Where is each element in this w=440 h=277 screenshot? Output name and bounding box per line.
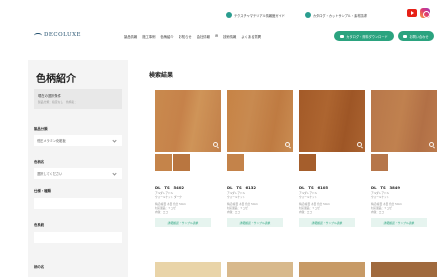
nav-item-products[interactable]: 製品情報 [124, 34, 137, 39]
filter-sidebar: 色柄紹介 現在の選択条件 製品分類：指定なし 色柄名： 製品分類 低圧メラミン化… [28, 60, 128, 277]
filter-label-name: 色柄名 [34, 160, 45, 164]
youtube-icon[interactable] [407, 9, 417, 17]
nav-item-company[interactable]: 会社情報 [197, 34, 210, 39]
nav-item-faq[interactable]: よくある質問 [241, 34, 261, 39]
logo-text: DECOLUXE [44, 32, 82, 38]
filter-label-pattern: 柄の名 [34, 265, 45, 269]
filter-options-color[interactable] [34, 232, 122, 243]
catalog-download-label: カタログ・資料ダウンロード [346, 34, 388, 39]
product-meta: 内容：エコ [155, 211, 168, 214]
utility-label: カタログ・カットサンプル・素材請求 [312, 13, 367, 18]
filter-label-color: 色系統 [34, 223, 45, 227]
product-swatch-image[interactable] [155, 262, 221, 277]
results-title: 検索結果 [149, 72, 174, 79]
site-header: DECOLUXE 製品情報 施工事例 色柄紹介 お知らせ 会社情報 IR 技術情… [0, 22, 440, 52]
nav-item-ir[interactable]: IR [215, 34, 218, 39]
product-meta: ウォールナット [299, 196, 318, 199]
product-swatch-image[interactable] [227, 90, 293, 152]
product-meta: ウォールナット ダーク [155, 196, 182, 199]
swatch-thumbnails [226, 153, 245, 172]
product-swatch-image[interactable] [371, 90, 437, 152]
product-meta: 内容：エコ [227, 211, 240, 214]
filter-select-name[interactable]: 選択してください [34, 168, 122, 179]
catalog-icon [304, 12, 311, 18]
utility-link-guide[interactable]: テクスチャマテリアル情報館ガイド [226, 12, 285, 18]
nav-item-colors[interactable]: 色柄紹介 [160, 34, 173, 39]
sidebar-title: 色柄紹介 [36, 74, 76, 85]
detail-sample-button[interactable]: 詳細確認・サンプル請求 [227, 218, 283, 227]
utility-bar: テクスチャマテリアル情報館ガイド カタログ・カットサンプル・素材請求 [226, 10, 367, 20]
zoom-icon[interactable] [285, 142, 290, 147]
catalog-download-button[interactable]: カタログ・資料ダウンロード [334, 31, 394, 41]
nav-item-cases[interactable]: 施工事例 [142, 34, 155, 39]
swatch-thumbnails [370, 153, 389, 172]
nav-item-tech[interactable]: 技術情報 [223, 34, 236, 39]
swatch-thumbnail[interactable] [298, 153, 317, 172]
product-swatch-image[interactable] [227, 262, 293, 277]
product-meta: ウォールナット [227, 196, 246, 199]
product-swatch-image[interactable] [299, 90, 365, 152]
filter-options-spec[interactable] [34, 198, 122, 209]
swatch-thumbnail[interactable] [173, 154, 190, 171]
mail-icon [403, 34, 408, 38]
product-meta: 内容：エコ [299, 211, 312, 214]
zoom-icon[interactable] [213, 142, 218, 147]
logo-mark-icon [34, 32, 42, 38]
product-meta: 内容：エコ [371, 211, 384, 214]
contact-button[interactable]: お問い合わせ [398, 31, 434, 41]
detail-sample-button[interactable]: 詳細確認・サンプル請求 [299, 218, 355, 227]
zoom-icon[interactable] [357, 142, 362, 147]
zoom-icon[interactable] [429, 142, 434, 147]
filter-select-category[interactable]: 低圧メラミン化粧板 [34, 135, 122, 146]
product-swatch-image[interactable] [371, 262, 437, 277]
utility-link-catalog[interactable]: カタログ・カットサンプル・素材請求 [304, 12, 367, 18]
swatch-thumbnails [298, 153, 317, 172]
guide-icon [226, 12, 232, 18]
filter-label-spec: 仕様・種類 [34, 189, 51, 193]
instagram-icon[interactable] [420, 8, 430, 18]
swatch-thumbnails [154, 153, 190, 172]
swatch-thumbnail[interactable] [154, 153, 173, 172]
product-meta: ウォールナット [371, 196, 390, 199]
filter-label-category: 製品分類 [34, 127, 48, 131]
utility-label: テクスチャマテリアル情報館ガイド [234, 13, 285, 18]
download-icon [340, 34, 345, 38]
nav-item-news[interactable]: お知らせ [179, 34, 192, 39]
filter-select-value: 低圧メラミン化粧板 [37, 139, 66, 143]
global-nav: 製品情報 施工事例 色柄紹介 お知らせ 会社情報 IR 技術情報 よくある質問 [124, 34, 261, 39]
chevron-down-icon [112, 138, 117, 143]
current-conditions-box: 現在の選択条件 製品分類：指定なし 色柄名： [34, 89, 122, 109]
contact-label: お問い合わせ [409, 34, 429, 39]
filter-select-value: 選択してください [37, 172, 63, 176]
detail-sample-button[interactable]: 詳細確認・サンプル請求 [371, 218, 427, 227]
product-swatch-image[interactable] [155, 90, 221, 152]
current-conditions-text: 製品分類：指定なし 色柄名： [38, 100, 78, 104]
site-logo[interactable]: DECOLUXE [34, 32, 81, 38]
current-conditions-title: 現在の選択条件 [38, 94, 62, 98]
swatch-thumbnail[interactable] [370, 153, 389, 172]
product-swatch-image[interactable] [299, 262, 365, 277]
page: テクスチャマテリアル情報館ガイド カタログ・カットサンプル・素材請求 DECOL… [0, 0, 440, 277]
swatch-thumbnail[interactable] [226, 153, 245, 172]
detail-sample-button[interactable]: 詳細確認・サンプル請求 [155, 218, 211, 227]
chevron-down-icon [112, 171, 117, 176]
